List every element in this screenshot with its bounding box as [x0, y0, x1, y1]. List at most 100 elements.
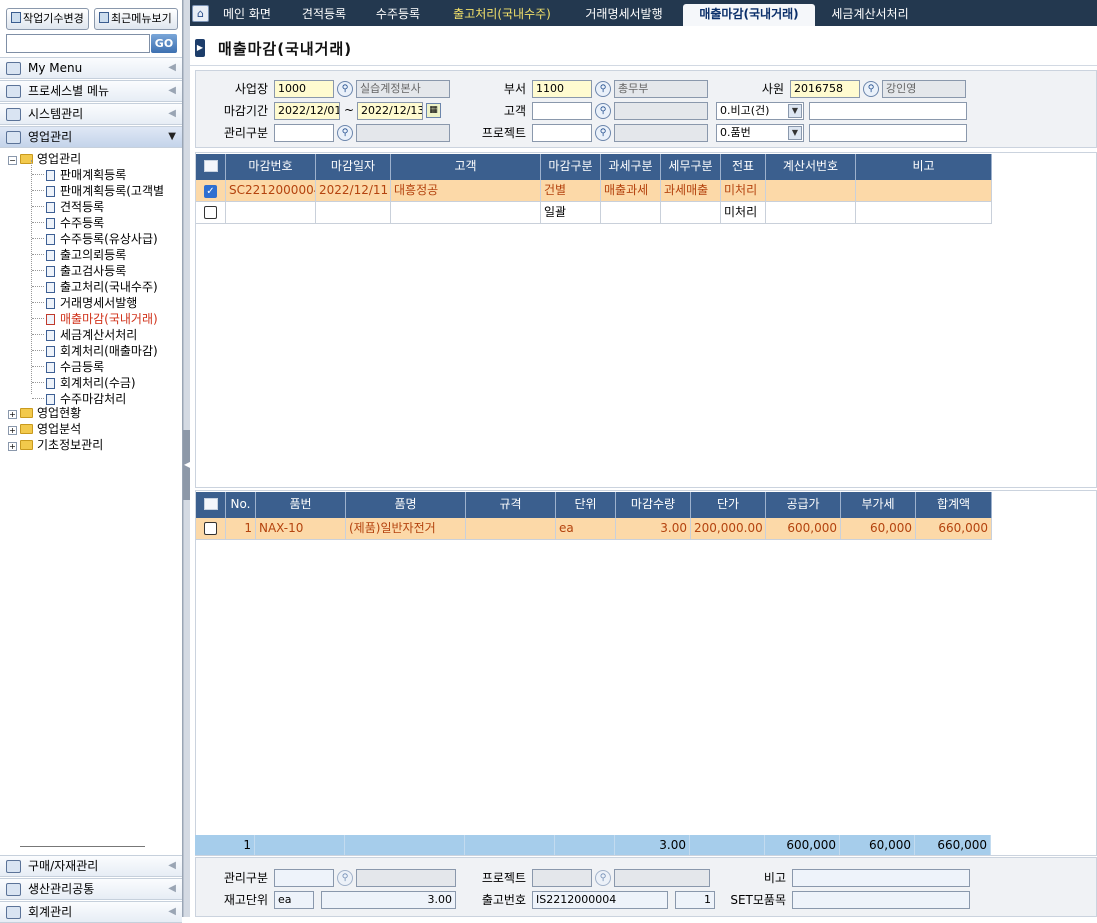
select-all-header[interactable] — [196, 492, 226, 518]
menu-production[interactable]: 생산관리공통 ◀ — [0, 878, 182, 900]
tree-item[interactable]: 회계처리(수금) — [32, 374, 136, 390]
search-icon[interactable]: ⚲ — [595, 81, 611, 97]
tree-item[interactable]: 세금계산서처리 — [32, 326, 137, 342]
cell[interactable]: 미처리 — [721, 202, 766, 223]
col-header[interactable]: 계산서번호 — [766, 154, 856, 180]
col-header[interactable]: 마감번호 — [226, 154, 316, 180]
emp-code-input[interactable]: 2016758 — [790, 80, 860, 98]
customer-code-input[interactable] — [532, 102, 592, 120]
search-icon[interactable]: ⚲ — [863, 81, 879, 97]
cell[interactable]: NAX-10 — [256, 518, 346, 539]
col-header[interactable]: 전표 — [721, 154, 766, 180]
tab-shipping[interactable]: 출고처리(국내수주) — [440, 4, 564, 26]
search-icon[interactable]: ⚲ — [337, 81, 353, 97]
menu-process[interactable]: 프로세스별 메뉴 ◀ — [0, 80, 182, 102]
row-checkbox[interactable] — [196, 518, 226, 539]
menu-system[interactable]: 시스템관리 ◀ — [0, 103, 182, 125]
col-header[interactable]: 품명 — [346, 492, 466, 518]
note-type-select[interactable]: 0.비고(건) ▼ — [716, 102, 804, 120]
tree-item[interactable]: 회계처리(매출마감) — [32, 342, 158, 358]
cell[interactable] — [316, 202, 391, 223]
col-header[interactable]: 마감일자 — [316, 154, 391, 180]
col-header[interactable]: 마감수량 — [616, 492, 691, 518]
col-header[interactable]: 과세구분 — [601, 154, 661, 180]
select-all-header[interactable] — [196, 154, 226, 180]
tree-item[interactable]: 수금등록 — [32, 358, 104, 374]
search-icon[interactable]: ⚲ — [595, 103, 611, 119]
tree-item[interactable]: 매출마감(국내거래) — [32, 310, 158, 326]
cell[interactable]: 2022/12/11 — [316, 180, 391, 201]
menu-search-input[interactable] — [6, 34, 150, 53]
tree-folder-basic[interactable]: + 기초정보관리 — [8, 436, 103, 452]
tab-tax-invoice[interactable]: 세금계산서처리 — [820, 4, 920, 26]
tree-item[interactable]: 출고의뢰등록 — [32, 246, 126, 262]
cell[interactable]: 대흥정공 — [391, 180, 541, 201]
search-icon[interactable]: ⚲ — [337, 125, 353, 141]
col-header[interactable]: 세무구분 — [661, 154, 721, 180]
cell[interactable]: 3.00 — [616, 518, 691, 539]
recent-menu-button[interactable]: 최근메뉴보기 — [94, 8, 178, 30]
cell[interactable] — [766, 180, 856, 201]
col-header[interactable]: No. — [226, 492, 256, 518]
cell[interactable] — [766, 202, 856, 223]
cell[interactable]: SC2212000004 — [226, 180, 316, 201]
period-to-input[interactable]: 2022/12/13 — [357, 102, 423, 120]
cell[interactable]: 과세매출 — [661, 180, 721, 201]
cell[interactable]: 1 — [226, 518, 256, 539]
menu-my-menu[interactable]: My Menu ◀ — [0, 57, 182, 79]
col-header[interactable]: 단가 — [691, 492, 766, 518]
dept-code-input[interactable]: 1100 — [532, 80, 592, 98]
tree-item[interactable]: 판매계획등록(고객별 — [32, 182, 164, 198]
row-checkbox[interactable] — [196, 202, 226, 223]
tree-item[interactable]: 수주등록(유상사급) — [32, 230, 158, 246]
col-header[interactable]: 공급가 — [766, 492, 841, 518]
menu-purchase[interactable]: 구매/자재관리 ◀ — [0, 855, 182, 877]
tab-order[interactable]: 수주등록 — [364, 4, 432, 26]
cell[interactable]: 건별 — [541, 180, 601, 201]
splitter-grip[interactable]: ◀ — [183, 430, 190, 500]
cell[interactable]: (제품)일반자전거 — [346, 518, 466, 539]
search-icon[interactable]: ⚲ — [337, 870, 353, 886]
tab-statement[interactable]: 거래명세서발행 — [572, 4, 676, 26]
tree-item[interactable]: 거래명세서발행 — [32, 294, 137, 310]
search-icon[interactable]: ⚲ — [595, 870, 611, 886]
item-type-select[interactable]: 0.품번 ▼ — [716, 124, 804, 142]
menu-sales[interactable]: 영업관리 ▼ — [0, 126, 182, 148]
cell[interactable] — [856, 180, 992, 201]
col-header[interactable]: 비고 — [856, 154, 992, 180]
row-checkbox[interactable]: ✓ — [196, 180, 226, 201]
cell[interactable] — [856, 202, 992, 223]
menu-accounting[interactable]: 회계관리 ◀ — [0, 901, 182, 923]
project-code-input[interactable] — [532, 124, 592, 142]
col-header[interactable]: 규격 — [466, 492, 556, 518]
cell[interactable] — [391, 202, 541, 223]
search-icon[interactable]: ⚲ — [595, 125, 611, 141]
tree-folder-sales[interactable]: − 영업관리 — [8, 150, 81, 166]
tab-main[interactable]: 메인 화면 — [211, 4, 283, 26]
note-input[interactable] — [809, 102, 967, 120]
table-row[interactable]: ✓ SC2212000004 2022/12/11 대흥정공 건별 매출과세 과… — [196, 180, 992, 202]
bottom-mgmt-code-input[interactable] — [274, 869, 334, 887]
cell[interactable]: 미처리 — [721, 180, 766, 201]
cell[interactable] — [661, 202, 721, 223]
tree-folder-analysis[interactable]: + 영업분석 — [8, 420, 81, 436]
biz-code-input[interactable]: 1000 — [274, 80, 334, 98]
bottom-project-code-input[interactable] — [532, 869, 592, 887]
go-button[interactable]: GO — [151, 34, 177, 53]
period-from-input[interactable]: 2022/12/01 — [274, 102, 340, 120]
cell[interactable] — [601, 202, 661, 223]
cell[interactable] — [226, 202, 316, 223]
cell[interactable]: 600,000 — [766, 518, 841, 539]
bottom-note-input[interactable] — [792, 869, 970, 887]
cell[interactable]: ea — [556, 518, 616, 539]
col-header[interactable]: 고객 — [391, 154, 541, 180]
cell[interactable]: 60,000 — [841, 518, 916, 539]
mgmt-code-input[interactable] — [274, 124, 334, 142]
cell[interactable]: 200,000.00 — [691, 518, 766, 539]
tab-quote[interactable]: 견적등록 — [290, 4, 358, 26]
work-change-button[interactable]: 작업기수변경 — [6, 8, 89, 30]
cell[interactable]: 매출과세 — [601, 180, 661, 201]
tree-item[interactable]: 판매계획등록 — [32, 166, 126, 182]
col-header[interactable]: 부가세 — [841, 492, 916, 518]
cell[interactable]: 일괄 — [541, 202, 601, 223]
